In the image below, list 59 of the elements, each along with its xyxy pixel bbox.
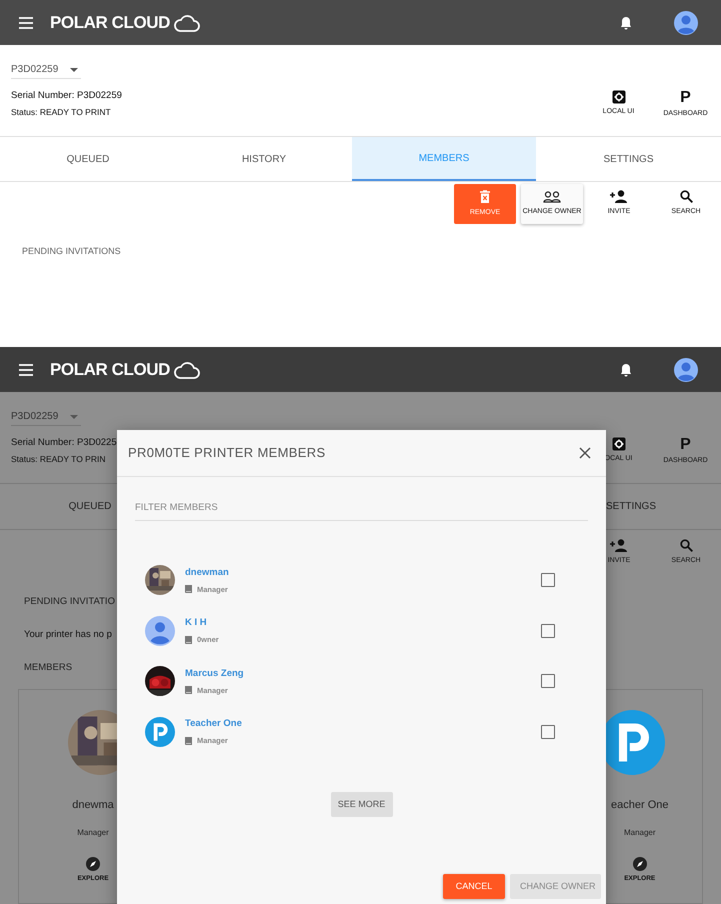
book-icon [185, 636, 192, 644]
book-icon [185, 736, 192, 745]
logo-icon [145, 716, 175, 747]
member-name[interactable]: K I H [185, 616, 219, 630]
people-icon [543, 190, 561, 203]
member-name[interactable]: dnewman [185, 566, 229, 580]
person-add-icon [610, 538, 628, 552]
brand-name: POLAR CLOUD [50, 12, 170, 34]
gear-icon [612, 437, 626, 451]
book-icon [185, 585, 192, 594]
brand-name: POLAR CLOUD [50, 358, 170, 381]
cloud-icon [174, 360, 200, 378]
user-avatar-icon[interactable] [674, 10, 698, 34]
search-icon [680, 538, 692, 552]
close-button[interactable] [578, 446, 592, 460]
printer-status: Status: READY TO PRINT [11, 106, 112, 119]
checkbox[interactable] [541, 573, 555, 588]
member-name[interactable]: Marcus Zeng [185, 666, 244, 681]
see-more-button[interactable]: SEE MORE [330, 792, 392, 817]
dialog-button[interactable]: CANCEL [443, 874, 505, 899]
tab[interactable]: HISTORY [176, 137, 352, 181]
member-name[interactable]: Teacher One [185, 717, 242, 732]
member-name: eacher One [611, 798, 668, 813]
trash-icon [479, 190, 491, 204]
user-avatar-icon[interactable] [674, 358, 698, 382]
member-name: dnewma [72, 798, 114, 813]
menu-icon[interactable] [19, 364, 33, 376]
filter-field[interactable]: FILTER MEMBERS [135, 495, 588, 521]
book-icon [185, 686, 192, 694]
member-role: Manager [77, 827, 109, 840]
pending-message: Your printer has no p [24, 628, 112, 642]
serial-number: Serial Number: P3D0225 [11, 436, 117, 450]
person-add-icon [610, 190, 628, 204]
close-icon [579, 447, 591, 459]
section-label: PENDING INVITATIO [24, 595, 115, 609]
member-role: Manager [624, 827, 656, 840]
printer-status: Status: READY TO PRIN [11, 453, 106, 466]
compass-icon [632, 857, 647, 872]
checkbox[interactable] [541, 624, 555, 638]
checkbox[interactable] [541, 724, 555, 739]
bell-icon[interactable] [620, 362, 632, 376]
compass-icon [86, 857, 100, 872]
cloud-icon [174, 14, 200, 32]
gear-icon [612, 90, 626, 104]
dropdown-caret-icon [70, 414, 78, 418]
tab[interactable]: QUEUED [0, 137, 176, 181]
serial-number: Serial Number: P3D02259 [11, 89, 122, 103]
section-label: PENDING INVITATIONS [21, 245, 122, 258]
printer-select[interactable]: P3D02259 [11, 61, 81, 79]
tab[interactable]: SETTINGS [536, 137, 721, 181]
search-icon [680, 190, 692, 204]
menu-icon[interactable] [19, 16, 33, 28]
dialog-title: PR0M0TE PRINTER MEMBERS [128, 444, 326, 462]
bell-icon[interactable] [620, 16, 632, 30]
section-label: MEMBERS [24, 660, 72, 674]
checkbox[interactable] [541, 674, 555, 688]
dropdown-caret-icon [70, 68, 78, 72]
user-avatar-icon [145, 616, 175, 646]
printer-select[interactable]: P3D02259 [11, 408, 81, 426]
